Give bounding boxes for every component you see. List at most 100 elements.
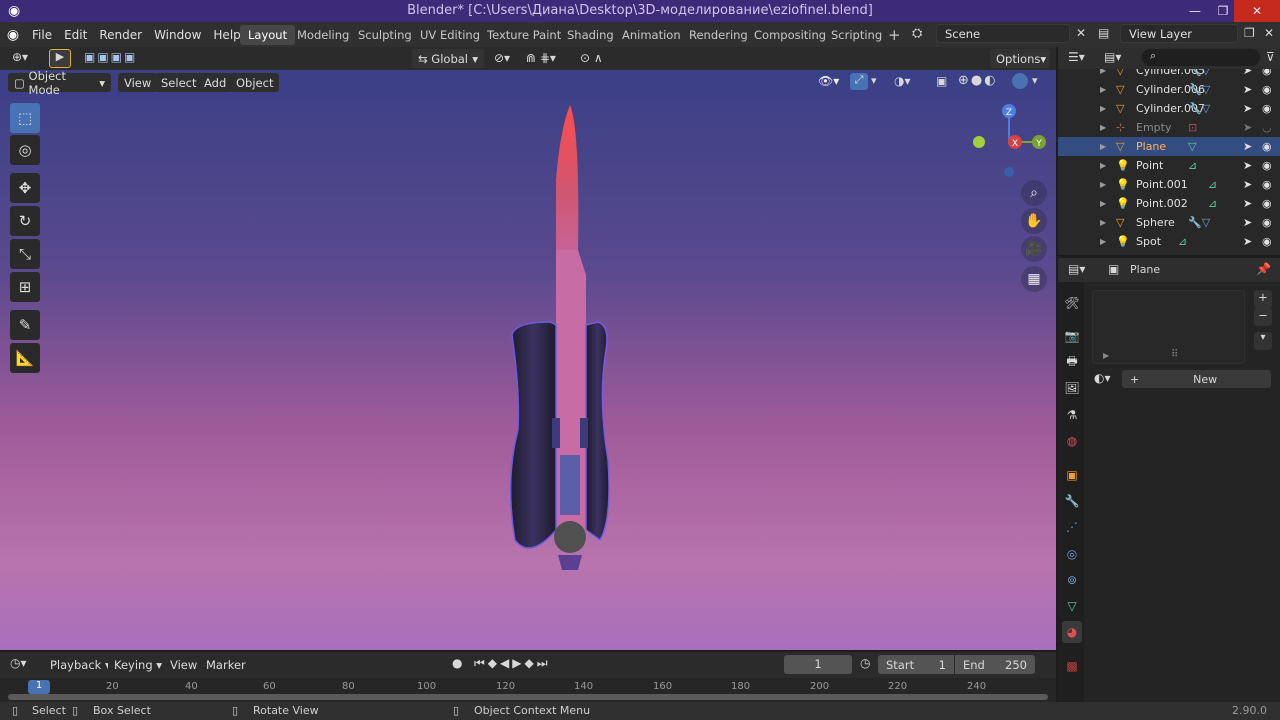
object-tab-icon[interactable]: ▣: [1062, 464, 1082, 486]
current-frame-marker[interactable]: 1: [28, 680, 50, 694]
selectable-icon[interactable]: ➤: [1243, 159, 1252, 172]
menu-select[interactable]: Select: [155, 73, 203, 92]
expand-icon[interactable]: ▶: [1100, 123, 1106, 132]
neg-y-axis-handle[interactable]: [973, 136, 985, 148]
new-material-button[interactable]: + New: [1122, 370, 1271, 388]
menu-view[interactable]: View: [164, 655, 204, 674]
end-frame-field[interactable]: End 250: [955, 655, 1035, 674]
filter-icon[interactable]: ⊽: [1266, 50, 1275, 64]
snap-icon[interactable]: ⋒ ⋕▾: [526, 51, 556, 65]
navigation-gizmo[interactable]: Z X Y: [966, 100, 1052, 182]
expand-icon[interactable]: ▶: [1100, 161, 1106, 170]
perspective-grid-icon[interactable]: ▦: [1021, 266, 1047, 292]
transform-orientation-select[interactable]: ⇆ Global ▾: [412, 49, 484, 68]
scene-tab-icon[interactable]: ⚗: [1062, 404, 1082, 426]
measure-tool-icon[interactable]: 📐: [10, 343, 40, 373]
mode-select[interactable]: ▢ Object Mode ▾: [8, 70, 111, 97]
proportional-edit-icon[interactable]: ⊙ ∧: [580, 51, 603, 65]
selectable-icon[interactable]: ➤: [1243, 216, 1252, 229]
selectable-icon[interactable]: ➤: [1243, 235, 1252, 248]
eye-icon[interactable]: ◉: [1262, 235, 1272, 248]
expand-icon[interactable]: ▶: [1100, 218, 1106, 227]
expand-icon[interactable]: ▶: [1100, 69, 1106, 75]
pivot-icon[interactable]: ⊘▾: [494, 51, 510, 65]
world-tab-icon[interactable]: ◍: [1062, 430, 1082, 452]
add-workspace-icon[interactable]: +: [880, 25, 909, 45]
menu-file[interactable]: File: [26, 28, 58, 42]
xray-icon[interactable]: ▣: [936, 74, 947, 88]
menu-window[interactable]: Window: [148, 28, 207, 42]
remove-view-layer-icon[interactable]: ✕: [1264, 26, 1274, 40]
chevron-down-icon[interactable]: ▾: [1254, 332, 1272, 350]
material-slot-list[interactable]: ▶ ⠿: [1092, 290, 1245, 364]
chevron-down-icon[interactable]: ▾: [1032, 74, 1038, 87]
transform-tool-icon[interactable]: ⊞: [10, 272, 40, 302]
eye-icon[interactable]: ◉: [1262, 216, 1272, 229]
outliner-row[interactable]: ▶ 💡 Point.002 ⊿ ➤ ◉: [1058, 194, 1280, 213]
selectable-icon[interactable]: ➤: [1243, 178, 1252, 191]
view-layer-tab-icon[interactable]: 🖼: [1062, 377, 1082, 399]
eye-icon[interactable]: ◉: [1262, 69, 1272, 77]
selectable-icon[interactable]: ➤: [1243, 197, 1252, 210]
outliner-row[interactable]: ▶ ▽ Cylinder.006 🔧▽ ➤ ◉: [1058, 80, 1280, 99]
view-layer-icon[interactable]: ▤: [1098, 26, 1109, 40]
record-icon[interactable]: ●: [452, 656, 462, 670]
resize-handle-icon[interactable]: ⠿: [1171, 349, 1178, 360]
blender-menu-icon[interactable]: ◉: [0, 27, 26, 43]
playback-controls-icons[interactable]: ⏮◆◀▶◆⏭: [474, 656, 551, 671]
eye-icon[interactable]: ◉: [1262, 159, 1272, 172]
menu-marker[interactable]: Marker: [200, 655, 252, 674]
display-mode-icon[interactable]: ▤▾: [1104, 50, 1121, 64]
tab-layout[interactable]: Layout: [240, 25, 296, 45]
menu-view[interactable]: View: [118, 73, 158, 92]
annotate-tool-icon[interactable]: ✎: [10, 310, 40, 340]
neg-z-axis-handle[interactable]: [1004, 167, 1014, 177]
gizmo-toggle-icon[interactable]: ⤢: [850, 73, 868, 90]
menu-playback[interactable]: Playback ▾: [44, 655, 117, 674]
render-tab-icon[interactable]: 📷: [1062, 325, 1082, 347]
data-tab-icon[interactable]: ▽: [1062, 595, 1082, 617]
view-layer-field[interactable]: View Layer: [1120, 24, 1238, 43]
properties-editor-icon[interactable]: ▤▾: [1068, 262, 1085, 276]
expand-icon[interactable]: ▶: [1100, 237, 1106, 246]
expand-icon[interactable]: ▶: [1100, 199, 1106, 208]
outliner-row[interactable]: ▶ ▽ Cylinder.007 🔧▽ ➤ ◉: [1058, 99, 1280, 118]
rotate-tool-icon[interactable]: ↻: [10, 206, 40, 236]
visibility-icon[interactable]: 👁▾: [818, 74, 839, 88]
expand-icon[interactable]: ▶: [1100, 104, 1106, 113]
eye-closed-icon[interactable]: ◡: [1262, 121, 1272, 134]
scene-field[interactable]: Scene: [936, 24, 1070, 43]
scale-tool-icon[interactable]: ⤡: [10, 239, 40, 269]
tab-compositing[interactable]: Compositing: [746, 25, 834, 45]
expand-icon[interactable]: ▶: [1100, 142, 1106, 151]
menu-render[interactable]: Render: [93, 28, 148, 42]
physics-tab-icon[interactable]: ◎: [1062, 543, 1082, 565]
timeline-editor-icon[interactable]: ◷▾: [10, 656, 27, 670]
constraints-tab-icon[interactable]: ⊚: [1062, 569, 1082, 591]
output-tab-icon[interactable]: 🖶: [1062, 351, 1082, 373]
remove-scene-icon[interactable]: ✕: [1076, 26, 1086, 40]
expand-icon[interactable]: ▶: [1100, 85, 1106, 94]
tab-modeling[interactable]: Modeling: [289, 25, 357, 45]
selectable-icon[interactable]: ➤: [1243, 83, 1252, 96]
outliner-row-selected[interactable]: ▶ ▽ Plane ▽ ➤ ◉: [1058, 137, 1280, 156]
current-frame-field[interactable]: 1: [784, 655, 852, 674]
eye-icon[interactable]: ◉: [1262, 140, 1272, 153]
outliner-row[interactable]: ▶ ▽ Sphere 🔧▽ ➤ ◉: [1058, 213, 1280, 232]
tab-texture-paint[interactable]: Texture Paint: [479, 25, 569, 45]
camera-view-icon[interactable]: 🎥: [1021, 236, 1047, 262]
remove-slot-icon[interactable]: −: [1254, 308, 1272, 326]
particles-tab-icon[interactable]: ⋰: [1062, 516, 1082, 538]
selectable-icon[interactable]: ➤: [1243, 121, 1252, 134]
shading-mode-icons[interactable]: ⊕●◐: [958, 73, 998, 88]
select-tool-icon[interactable]: ▶: [49, 49, 71, 68]
tab-rendering[interactable]: Rendering: [681, 25, 756, 45]
frame-ruler[interactable]: 1 20 40 60 80 100 120 140 160 180 200 22…: [0, 678, 1056, 702]
material-browse-icon[interactable]: ◐▾: [1094, 371, 1111, 385]
material-tab-icon[interactable]: ◕: [1062, 621, 1082, 643]
cursor-tool-icon[interactable]: ◎: [10, 135, 40, 165]
rendered-shading-icon[interactable]: [1012, 73, 1028, 89]
texture-tab-icon[interactable]: ▩: [1062, 655, 1082, 677]
add-slot-icon[interactable]: +: [1254, 290, 1272, 308]
eye-icon[interactable]: ◉: [1262, 83, 1272, 96]
